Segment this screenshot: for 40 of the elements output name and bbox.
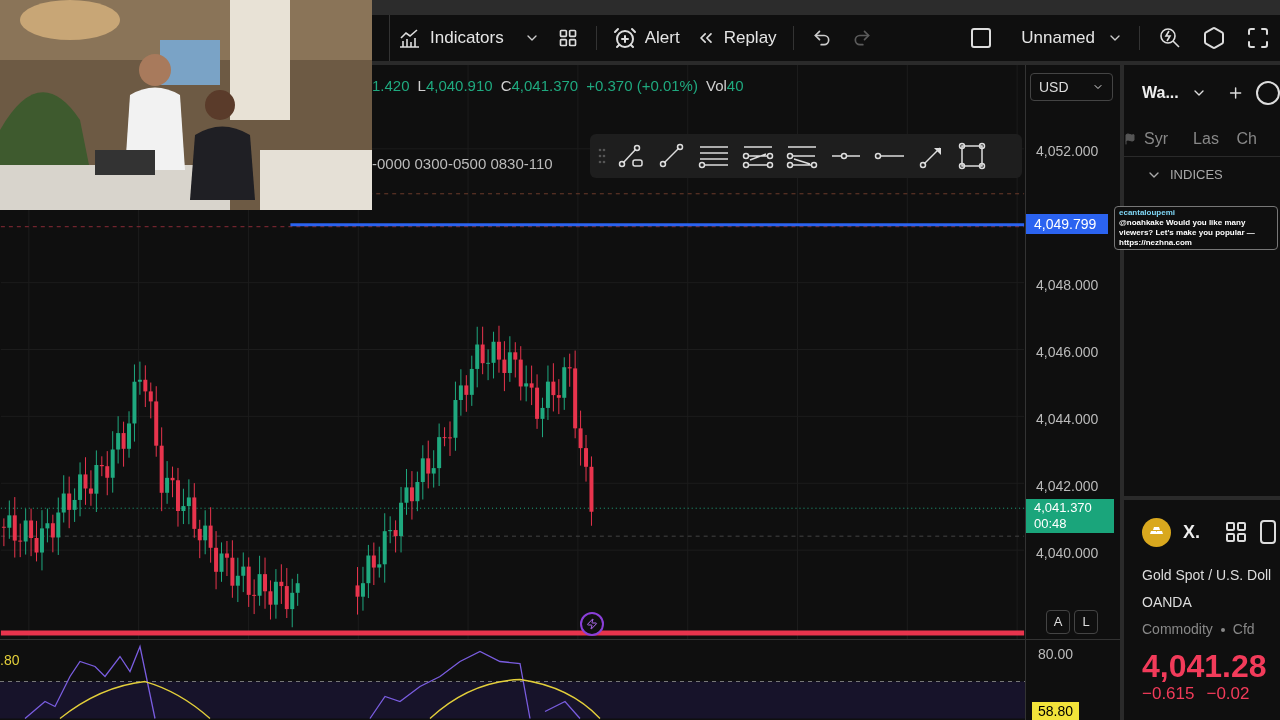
- symbol-name: Gold Spot / U.S. Doll: [1142, 566, 1273, 585]
- legend-value: +0.370 (+0.01%): [586, 76, 698, 96]
- symbol: X.: [1183, 520, 1200, 544]
- scale-button[interactable]: A: [1046, 610, 1070, 634]
- price-line-tag: 4,049.799: [1026, 214, 1108, 234]
- price-change: −0.615: [1142, 684, 1195, 704]
- exchange: OANDA: [1142, 593, 1193, 612]
- group-header[interactable]: INDICES: [1124, 157, 1280, 193]
- legend-value: L4,040.910: [417, 76, 493, 96]
- column-header[interactable]: Las: [1193, 126, 1237, 151]
- chat-username: ecantaloupemi: [1119, 208, 1176, 218]
- legend-value: Vol40: [705, 76, 744, 96]
- column-header[interactable]: Ch: [1236, 126, 1280, 151]
- session-times: -0000 0300-0500 0830-110: [372, 154, 553, 174]
- indicator-value: .80: [0, 651, 20, 670]
- scale-button[interactable]: L: [1074, 610, 1098, 634]
- countdown: 00:48: [1034, 516, 1068, 532]
- layout-button[interactable]: Unnamed: [961, 20, 1131, 56]
- currency-dropdown[interactable]: USD: [1030, 73, 1113, 101]
- instrument-subtype: Cfd: [1232, 620, 1255, 639]
- price-label: 4,046.000: [1036, 344, 1099, 360]
- price-label: 4,042.000: [1036, 478, 1099, 494]
- price-label: 4,048.000: [1036, 277, 1099, 293]
- level-label: 80.00: [1038, 645, 1074, 664]
- legend-value: 1.420: [372, 76, 410, 96]
- price-label: 4,040.000: [1036, 545, 1099, 561]
- last-price: 4,041.28: [1142, 648, 1268, 684]
- price-label: 4,052.000: [1036, 143, 1099, 159]
- instrument-type: Commodity: [1142, 620, 1213, 639]
- price-change-percent: −0.02: [1206, 684, 1250, 704]
- price-label: 4,044.000: [1036, 411, 1099, 427]
- watchlist-selector[interactable]: Wa...: [1142, 81, 1207, 105]
- legend-value: C4,041.370: [500, 76, 579, 96]
- toolbar-button[interactable]: Alert: [604, 20, 688, 56]
- toolbar-button[interactable]: Indicators: [390, 20, 548, 56]
- chat-message: @noahkake Would you like many viewers? Let's make you popular — https://nezhna.com: [1119, 218, 1256, 248]
- toolbar-button[interactable]: Replay: [687, 20, 785, 56]
- indicator-tag: 58.80: [1032, 702, 1080, 720]
- column-header[interactable]: Syr: [1144, 126, 1194, 151]
- last-price: 4,041.370: [1034, 500, 1093, 516]
